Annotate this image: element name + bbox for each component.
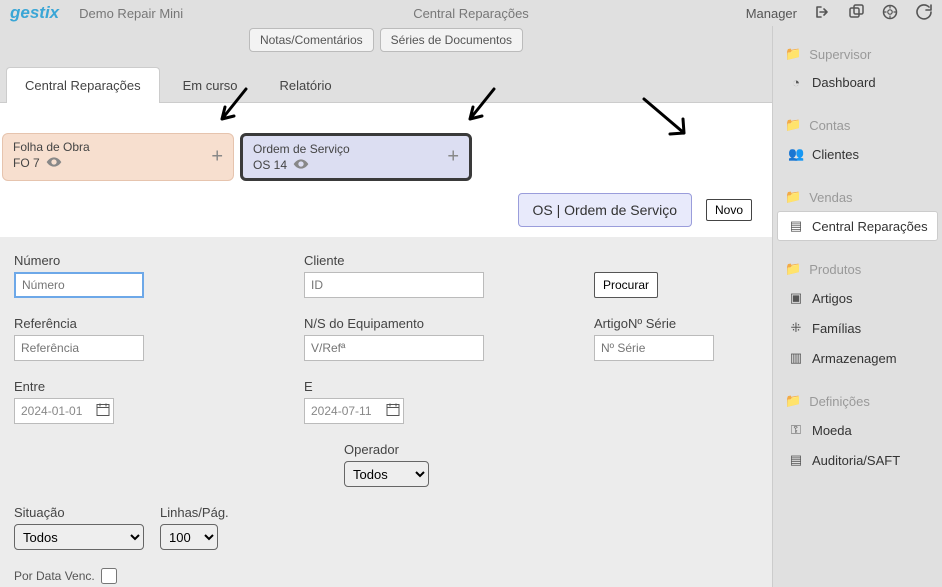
calendar-icon[interactable] [96,403,110,420]
sidebar-item-armazenagem[interactable]: ▥ Armazenagem [777,343,938,373]
logo[interactable]: gestix [10,3,59,23]
sidebar-section-definicoes: 📁 Definições [777,387,938,415]
tabs-row: Central Reparações Em curso Relatório [0,56,772,103]
label-operador: Operador [344,442,429,457]
label-e: E [304,379,404,394]
search-form: Número Cliente Procurar Referência N/S d [0,237,772,587]
label-numero: Número [14,253,144,268]
card-folha-de-obra[interactable]: Folha de Obra FO 7 + [2,133,234,181]
label-artigo: ArtigoNº Série [594,316,714,331]
situacao-select[interactable]: Todos [14,524,144,550]
doc-cards-row: Folha de Obra FO 7 + Ordem de Serviço OS… [0,103,772,187]
calendar-icon[interactable] [386,403,400,420]
sidebar: 📁 Supervisor ◔ Dashboard 📁 Contas 👥 Clie… [772,26,942,587]
folder-icon: 📁 [785,261,801,277]
gauge-icon: ◔ [788,75,804,90]
novo-button[interactable]: Novo [706,199,752,221]
sidebar-item-familias[interactable]: ⁜ Famílias [777,313,938,343]
label-pordata: Por Data Venc. [14,569,95,583]
nsequip-input[interactable] [304,335,484,361]
user-label[interactable]: Manager [746,6,797,21]
key-icon: ⚿ [788,422,804,438]
series-button[interactable]: Séries de Documentos [380,28,523,52]
sidebar-item-clientes[interactable]: 👥 Clientes [777,139,938,169]
folder-icon: 📁 [785,117,801,133]
referencia-input[interactable] [14,335,144,361]
card-ordem-de-servico[interactable]: Ordem de Serviço OS 14 + [240,133,472,181]
box-icon: ▣ [788,290,804,306]
sidebar-item-artigos[interactable]: ▣ Artigos [777,283,938,313]
sidebar-item-auditoria[interactable]: ▤ Auditoria/SAFT [777,445,938,475]
card-title: Ordem de Serviço [253,142,459,156]
eye-icon [293,158,309,172]
toolbar-pill-row: Notas/Comentários Séries de Documentos [0,26,772,56]
sidebar-section-contas: 📁 Contas [777,111,938,139]
artigo-input[interactable] [594,335,714,361]
linhaspag-select[interactable]: 100 [160,524,218,550]
logout-icon[interactable] [815,5,831,22]
folder-icon: 📁 [785,189,801,205]
refresh-icon[interactable] [916,4,932,23]
procurar-button[interactable]: Procurar [594,272,658,298]
pordata-checkbox[interactable] [101,568,117,584]
company-name: Demo Repair Mini [79,6,183,21]
sidebar-section-supervisor: 📁 Supervisor [777,40,938,68]
folder-icon: 📁 [785,393,801,409]
notas-button[interactable]: Notas/Comentários [249,28,374,52]
sidebar-section-vendas: 📁 Vendas [777,183,938,211]
sidebar-section-produtos: 📁 Produtos [777,255,938,283]
tab-central-reparacoes[interactable]: Central Reparações [6,67,160,103]
tab-em-curso[interactable]: Em curso [164,67,257,103]
tab-relatorio[interactable]: Relatório [261,67,351,103]
audit-icon: ▤ [788,452,804,468]
label-situacao: Situação [14,505,144,520]
action-row: OS | Ordem de Serviço Novo [0,187,772,237]
topbar-title: Central Reparações [413,6,529,21]
copy-icon[interactable] [849,4,864,22]
help-icon[interactable] [882,4,898,23]
users-icon: 👥 [788,146,804,162]
plus-icon[interactable]: + [211,146,223,169]
operador-select[interactable]: Todos [344,461,429,487]
label-referencia: Referência [14,316,144,331]
pordata-row: Por Data Venc. [14,568,758,584]
numero-input[interactable] [14,272,144,298]
folder-icon: 📁 [785,46,801,62]
sidebar-item-dashboard[interactable]: ◔ Dashboard [777,68,938,97]
card-code: OS 14 [253,158,287,172]
os-title-button[interactable]: OS | Ordem de Serviço [518,193,692,227]
label-entre: Entre [14,379,114,394]
label-nsequip: N/S do Equipamento [304,316,484,331]
label-linhaspag: Linhas/Pág. [160,505,229,520]
arrow-icon [638,95,698,150]
warehouse-icon: ▥ [788,350,804,366]
plus-icon[interactable]: + [447,146,459,169]
label-cliente: Cliente [304,253,484,268]
sidebar-item-central-reparacoes[interactable]: ▤ Central Reparações [777,211,938,241]
grid-icon: ⁜ [788,320,804,336]
eye-icon [46,156,62,170]
card-title: Folha de Obra [13,140,223,154]
sidebar-item-moeda[interactable]: ⚿ Moeda [777,415,938,445]
topbar: gestix Demo Repair Mini Central Reparaçõ… [0,0,942,26]
document-icon: ▤ [788,218,804,234]
card-code: FO 7 [13,156,40,170]
cliente-input[interactable] [304,272,484,298]
